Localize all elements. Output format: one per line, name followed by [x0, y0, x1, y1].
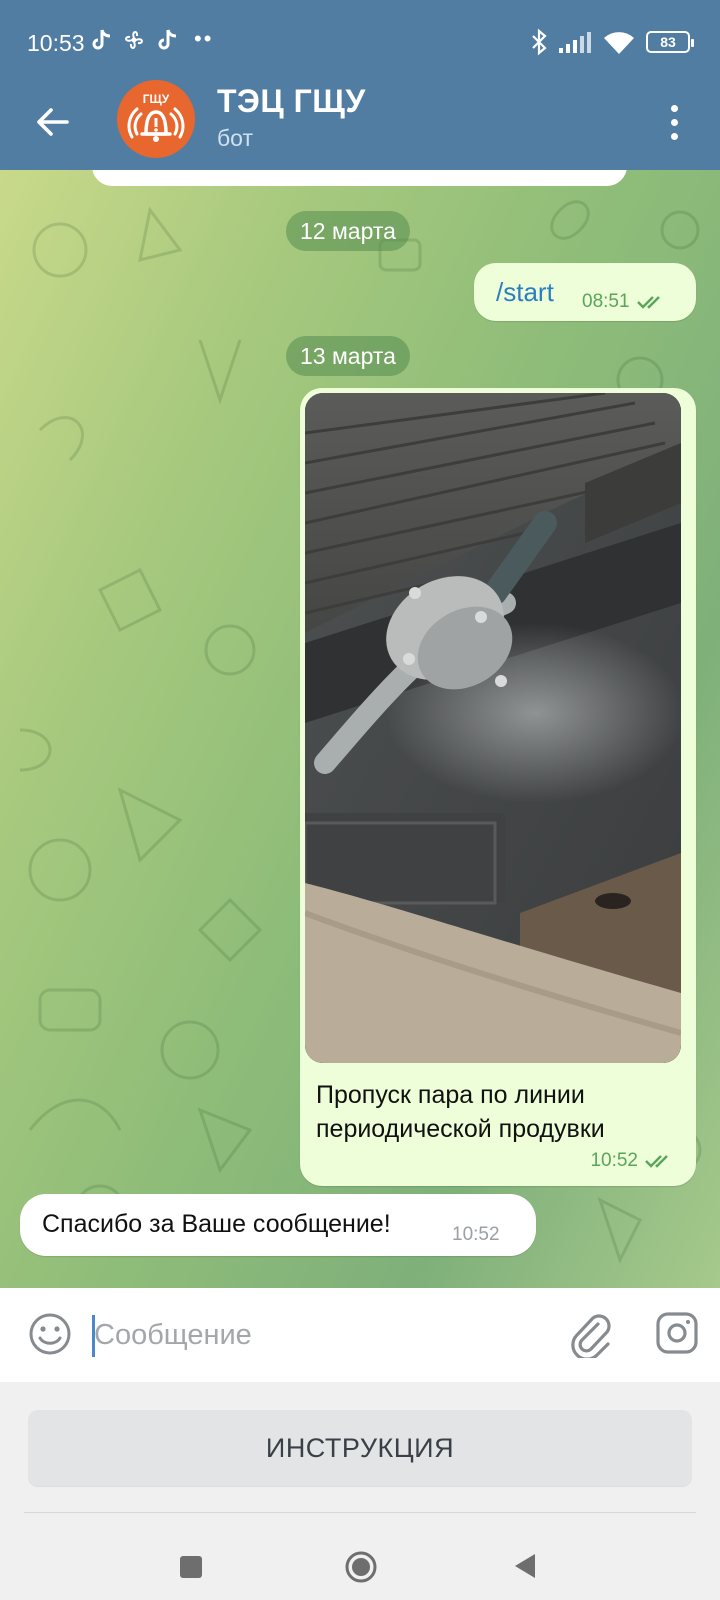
- arrow-left-icon: [37, 108, 69, 136]
- message-time: 10:52: [590, 1150, 638, 1171]
- chat-area[interactable]: 12 марта /start 08:51 13 марта Пропуск п…: [0, 170, 720, 1288]
- system-back-button[interactable]: [513, 1552, 537, 1580]
- photo-steam-valve-image: [305, 393, 681, 1063]
- message-meta: 10:52: [590, 1150, 674, 1172]
- message-time: 08:51: [582, 291, 630, 312]
- signal-icon: [559, 32, 591, 53]
- status-bar: 10:53 •• 83: [0, 0, 720, 84]
- bluetooth-icon: [532, 28, 547, 56]
- date-label: 12 марта: [300, 217, 396, 244]
- notification-icons: [90, 28, 178, 52]
- date-separator: 12 марта: [286, 211, 410, 251]
- top-bar: 10:53 •• 83 ГЩУ ТЭЦ ГЩУ бот: [0, 0, 720, 170]
- message-composer: [0, 1288, 720, 1382]
- emoji-button[interactable]: [28, 1312, 72, 1356]
- avatar[interactable]: ГЩУ: [117, 80, 195, 158]
- attach-button[interactable]: [568, 1310, 612, 1361]
- home-button[interactable]: [344, 1550, 378, 1584]
- paperclip-icon: [571, 1314, 611, 1361]
- triangle-back-icon: [515, 1554, 535, 1578]
- dot-icon: [670, 132, 678, 140]
- battery-level: 83: [660, 34, 676, 50]
- more-notifications-dots: ••: [194, 26, 214, 51]
- dot-icon: [670, 104, 678, 112]
- chat-subtitle: бот: [217, 125, 253, 151]
- system-icons: 83: [530, 28, 694, 56]
- fan-icon: [125, 31, 143, 49]
- message-time: 10:52: [452, 1224, 500, 1245]
- more-menu-button[interactable]: [662, 98, 686, 146]
- double-check-icon: [645, 1155, 668, 1168]
- bell-icon: [127, 107, 185, 142]
- outgoing-photo-message[interactable]: Пропуск пара по линии периодической прод…: [300, 388, 696, 1186]
- divider: [24, 1512, 696, 1513]
- instruction-button[interactable]: ИНСТРУКЦИЯ: [28, 1410, 692, 1486]
- command-link[interactable]: /start: [496, 277, 554, 308]
- outgoing-message-start[interactable]: /start 08:51: [474, 263, 696, 321]
- instagram-camera-icon: [656, 1312, 698, 1354]
- camera-button[interactable]: [654, 1310, 700, 1356]
- double-check-icon: [636, 296, 660, 309]
- system-nav-bar: [0, 1514, 720, 1600]
- battery-icon: 83: [646, 31, 694, 53]
- incoming-message[interactable]: Спасибо за Ваше сообщение! 10:52: [20, 1194, 536, 1256]
- photo[interactable]: [305, 393, 681, 1063]
- back-button[interactable]: [28, 98, 76, 146]
- message-meta: 08:51: [582, 291, 666, 313]
- smiley-icon: [29, 1313, 71, 1355]
- tiktok-icon: [92, 29, 111, 50]
- photo-caption: Пропуск пара по линии периодической прод…: [316, 1081, 605, 1143]
- dot-icon: [670, 118, 678, 126]
- message-input[interactable]: [94, 1308, 534, 1362]
- date-label: 13 марта: [300, 342, 396, 369]
- wifi-icon: [604, 32, 634, 54]
- bot-keyboard: ИНСТРУКЦИЯ: [0, 1382, 720, 1514]
- previous-message-bubble: [92, 170, 627, 186]
- tiktok-icon: [158, 29, 177, 50]
- chat-title[interactable]: ТЭЦ ГЩУ: [217, 83, 366, 120]
- message-text: Спасибо за Ваше сообщение!: [42, 1210, 391, 1238]
- status-time: 10:53: [27, 30, 85, 56]
- date-separator: 13 марта: [286, 336, 410, 376]
- chat-header: ГЩУ ТЭЦ ГЩУ бот: [0, 80, 720, 170]
- home-circle-icon: [345, 1551, 377, 1583]
- recents-button[interactable]: [180, 1556, 202, 1578]
